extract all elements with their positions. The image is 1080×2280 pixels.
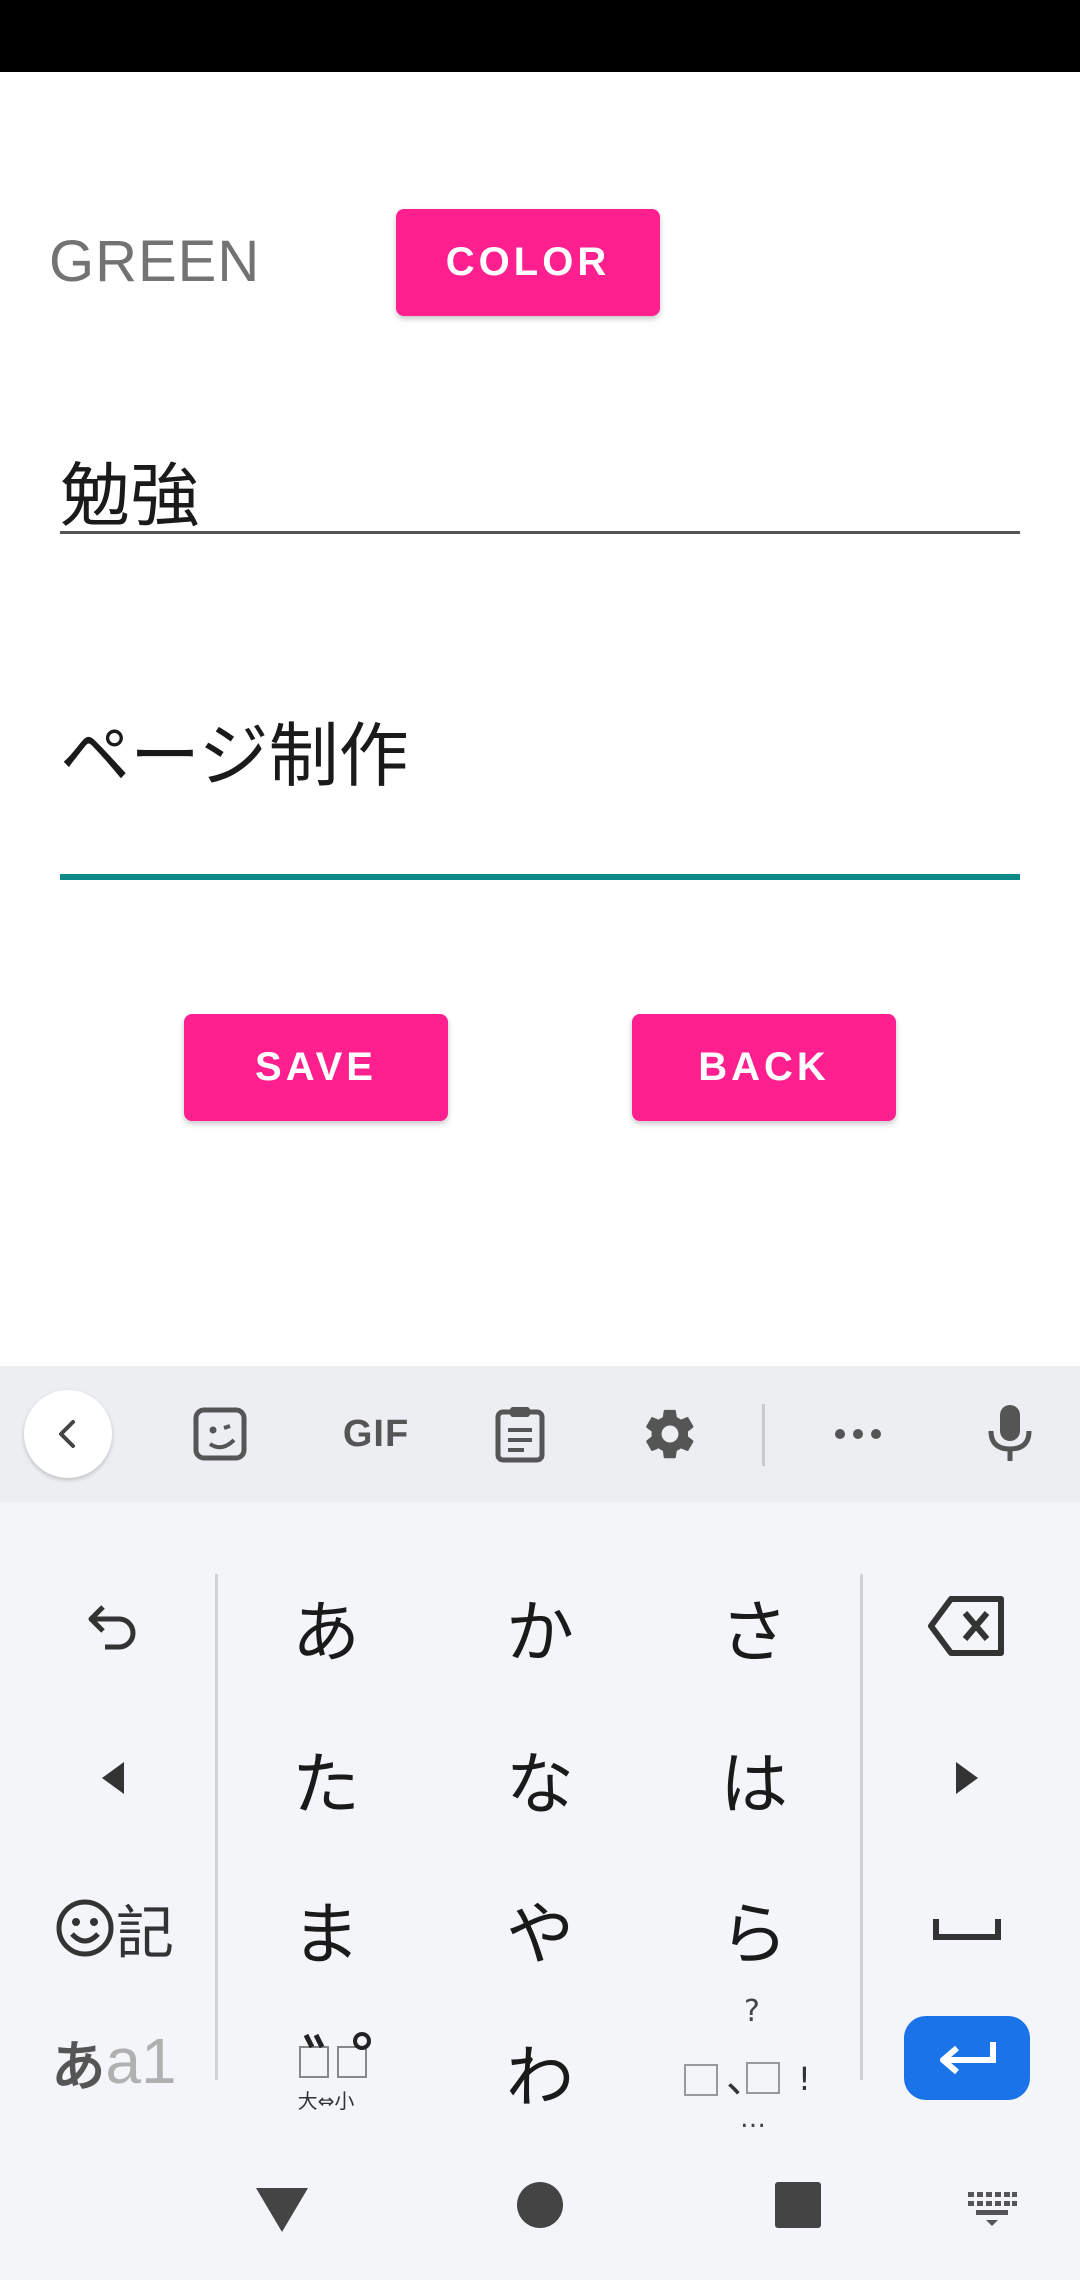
key-ta[interactable]: た [256, 1718, 396, 1838]
mode-alpha-label: a1 [105, 2025, 177, 2097]
cursor-right-key[interactable] [904, 1718, 1030, 1838]
mic-icon[interactable] [970, 1394, 1050, 1474]
emoji-key-label: 記 [115, 1899, 174, 1967]
cursor-left-key[interactable] [50, 1718, 176, 1838]
backspace-icon [928, 1596, 1004, 1656]
title-input[interactable]: 勉強 [60, 428, 1020, 537]
key-sa[interactable]: さ [684, 1566, 824, 1686]
nav-recents-icon[interactable] [775, 2182, 821, 2228]
punct-question: ? [744, 1994, 760, 2029]
punct-exclaim: ! [798, 2060, 811, 2098]
dakuten-key[interactable]: 大⇔小 [256, 2006, 396, 2136]
key-ka[interactable]: か [470, 1566, 610, 1686]
clipboard-icon[interactable] [480, 1394, 560, 1474]
title-input-underline [60, 531, 1020, 534]
color-name-label: GREEN [49, 229, 261, 294]
undo-key[interactable] [50, 1566, 176, 1686]
dakuten-label: 大⇔小 [297, 2088, 355, 2113]
save-button[interactable]: SAVE [184, 1014, 448, 1121]
key-a[interactable]: あ [256, 1566, 396, 1686]
gif-button[interactable]: GIF [326, 1394, 426, 1474]
soft-keyboard: GIF 記 あ a1 あ か さ た な は ま や ら 大⇔小 わ ? 、 !… [0, 1366, 1080, 2280]
key-ya[interactable]: や [470, 1868, 610, 1988]
status-bar [0, 0, 1080, 72]
backspace-key[interactable] [904, 1566, 1030, 1686]
emoji-icon [56, 1899, 114, 1957]
enter-icon [940, 2042, 996, 2075]
keyboard-toolbar: GIF [0, 1366, 1080, 1502]
settings-icon[interactable] [630, 1394, 710, 1474]
toolbar-divider [762, 1404, 765, 1466]
keyboard-switch-icon[interactable] [966, 2188, 1018, 2228]
emoji-symbol-key[interactable]: 記 [44, 1868, 184, 1988]
key-ma[interactable]: ま [256, 1868, 396, 1988]
sticker-icon[interactable] [180, 1394, 260, 1474]
navigation-bar [0, 2160, 1080, 2280]
nav-home-icon[interactable] [517, 2182, 563, 2228]
key-ha[interactable]: は [684, 1718, 824, 1838]
keyboard-separator-left [215, 1574, 218, 2080]
mode-kana-label: あ [51, 2034, 106, 2098]
key-wa[interactable]: わ [470, 2006, 610, 2136]
punct-box-left [684, 2064, 718, 2096]
input-mode-key[interactable]: あ a1 [44, 2006, 184, 2116]
body-input-value: ページ制作 [60, 715, 409, 797]
nav-back-icon[interactable] [252, 2182, 312, 2238]
punct-ellipsis: … [740, 2104, 766, 2134]
back-chevron-icon[interactable] [24, 1390, 112, 1478]
more-icon[interactable] [818, 1394, 898, 1474]
key-na[interactable]: な [470, 1718, 610, 1838]
enter-key[interactable] [904, 2016, 1030, 2100]
space-key[interactable] [904, 1868, 1030, 1988]
punctuation-key[interactable]: ? 、 ! … [666, 1986, 842, 2156]
dakuten-icon [299, 2031, 371, 2078]
body-input-underline [60, 874, 1020, 880]
title-input-value: 勉強 [60, 455, 200, 537]
back-button[interactable]: BACK [632, 1014, 896, 1121]
key-ra[interactable]: ら [684, 1868, 824, 1988]
punct-box-right [746, 2062, 780, 2094]
space-icon [933, 1919, 1001, 1940]
body-input[interactable]: ページ制作 [60, 680, 1020, 880]
color-button[interactable]: COLOR [396, 209, 660, 316]
keyboard-separator-right [860, 1574, 863, 2080]
